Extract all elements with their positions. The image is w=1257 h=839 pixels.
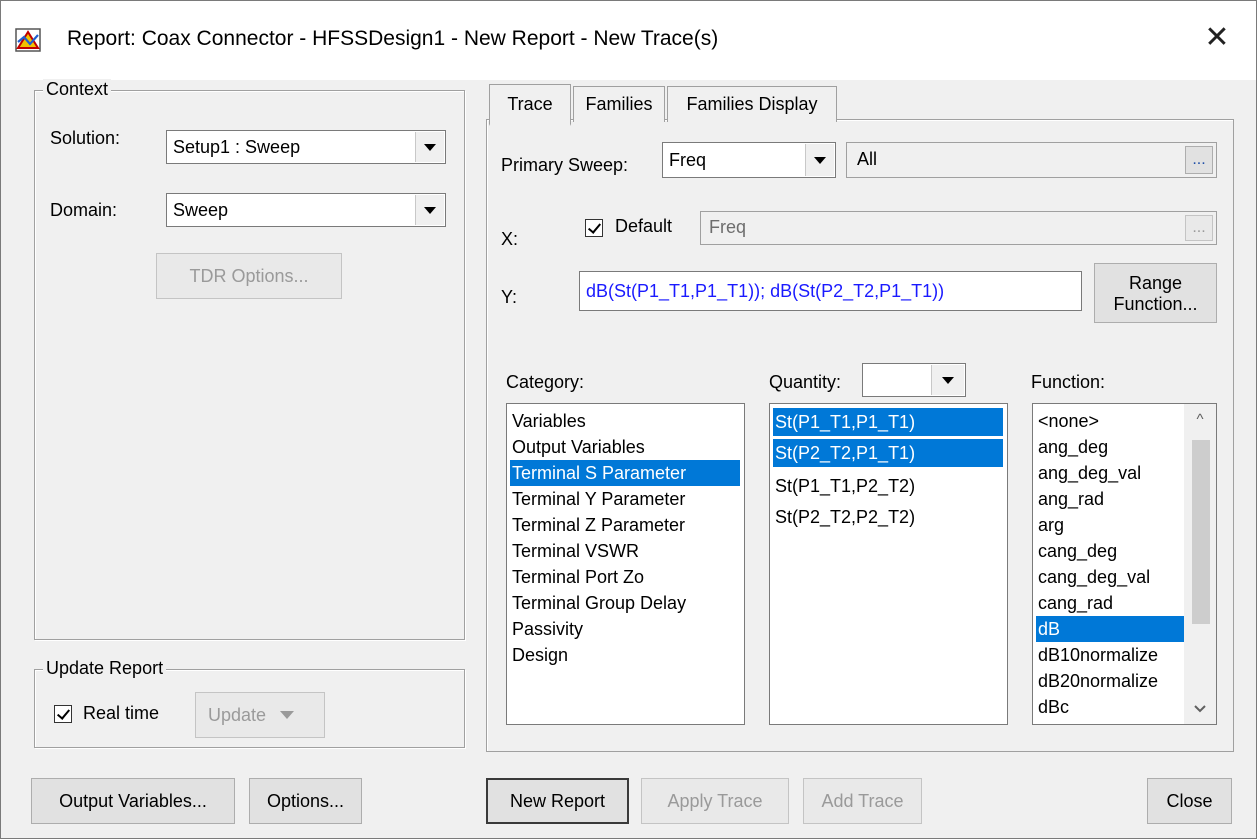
domain-dropdown[interactable]: Sweep bbox=[166, 193, 446, 227]
y-label: Y: bbox=[501, 287, 518, 307]
quantity-item[interactable]: St(P1_T1,P1_T1) bbox=[773, 408, 1003, 436]
function-list-scrollbar[interactable]: ^ bbox=[1184, 404, 1216, 724]
quantity-item[interactable]: St(P2_T2,P2_T2) bbox=[773, 504, 915, 530]
quantity-item[interactable]: St(P1_T1,P2_T2) bbox=[773, 473, 915, 499]
sweep-range-browse-button[interactable]: ... bbox=[1185, 146, 1213, 174]
update-button[interactable]: Update bbox=[195, 692, 325, 738]
report-app-icon bbox=[15, 28, 41, 52]
quantity-list[interactable]: St(P1_T1,P1_T1) St(P2_T2,P1_T1) St(P1_T1… bbox=[769, 403, 1008, 725]
close-window-icon[interactable]: ✕ bbox=[1197, 19, 1237, 57]
quantity-filter-dropdown[interactable] bbox=[862, 363, 966, 397]
solution-dropdown[interactable]: Setup1 : Sweep bbox=[166, 130, 446, 164]
function-item[interactable]: ang_deg_val bbox=[1036, 460, 1141, 486]
category-item[interactable]: Passivity bbox=[510, 616, 583, 642]
solution-label: Solution: bbox=[50, 128, 121, 148]
tdr-options-button[interactable]: TDR Options... bbox=[156, 253, 342, 299]
category-item[interactable]: Terminal S Parameter bbox=[510, 460, 740, 486]
range-function-label-line2: Function... bbox=[1113, 293, 1198, 314]
title-bar: Report: Coax Connector - HFSSDesign1 - N… bbox=[1, 1, 1256, 80]
category-label: Category: bbox=[506, 372, 585, 392]
update-report-group-label: Update Report bbox=[43, 658, 167, 679]
output-variables-button[interactable]: Output Variables... bbox=[31, 778, 235, 824]
function-item[interactable]: <none> bbox=[1036, 408, 1099, 434]
function-item[interactable]: dBc bbox=[1036, 694, 1069, 720]
tab-families[interactable]: Families bbox=[573, 86, 665, 122]
domain-label: Domain: bbox=[50, 200, 118, 220]
scroll-up-icon[interactable]: ^ bbox=[1184, 404, 1216, 434]
function-item[interactable]: ang_deg bbox=[1036, 434, 1108, 460]
tab-families-display[interactable]: Families Display bbox=[667, 86, 837, 122]
category-list[interactable]: Variables Output Variables Terminal S Pa… bbox=[506, 403, 745, 725]
x-browse-button[interactable]: ... bbox=[1185, 215, 1213, 241]
function-item[interactable]: cang_deg_val bbox=[1036, 564, 1150, 590]
quantity-label: Quantity: bbox=[769, 372, 842, 392]
chevron-down-icon[interactable] bbox=[931, 365, 964, 395]
category-item[interactable]: Output Variables bbox=[510, 434, 645, 460]
function-item[interactable]: dB bbox=[1036, 616, 1184, 642]
realtime-label: Real time bbox=[83, 703, 160, 723]
category-item[interactable]: Terminal Z Parameter bbox=[510, 512, 685, 538]
default-label: Default bbox=[615, 216, 673, 236]
y-expression-value: dB(St(P1_T1,P1_T1)); dB(St(P2_T2,P1_T1)) bbox=[586, 281, 945, 301]
report-dialog: Report: Coax Connector - HFSSDesign1 - N… bbox=[0, 0, 1257, 839]
update-button-label: Update bbox=[208, 704, 267, 725]
dropdown-arrow-icon bbox=[280, 711, 295, 719]
ellipsis-icon: ... bbox=[1192, 219, 1206, 236]
context-group-label: Context bbox=[43, 79, 112, 100]
category-item[interactable]: Terminal Port Zo bbox=[510, 564, 644, 590]
new-report-button[interactable]: New Report bbox=[486, 778, 629, 824]
function-label: Function: bbox=[1031, 372, 1106, 392]
category-item[interactable]: Terminal VSWR bbox=[510, 538, 639, 564]
realtime-checkbox[interactable] bbox=[54, 705, 72, 723]
range-function-button[interactable]: Range Function... bbox=[1094, 263, 1217, 323]
x-label: X: bbox=[501, 229, 519, 249]
ellipsis-icon: ... bbox=[1192, 151, 1206, 168]
chevron-down-icon[interactable] bbox=[415, 195, 444, 225]
x-value: Freq bbox=[709, 217, 747, 237]
sweep-range-value: All bbox=[857, 149, 878, 169]
scrollbar-thumb[interactable] bbox=[1192, 440, 1210, 624]
function-item[interactable]: dB20normalize bbox=[1036, 668, 1158, 694]
function-item[interactable]: cang_rad bbox=[1036, 590, 1113, 616]
scroll-down-icon[interactable] bbox=[1184, 694, 1216, 724]
chevron-down-icon[interactable] bbox=[415, 132, 444, 162]
apply-trace-button[interactable]: Apply Trace bbox=[641, 778, 789, 824]
range-function-label-line1: Range bbox=[1128, 272, 1183, 293]
function-item[interactable]: arg bbox=[1036, 512, 1064, 538]
window-title: Report: Coax Connector - HFSSDesign1 - N… bbox=[67, 27, 719, 50]
primary-sweep-label: Primary Sweep: bbox=[501, 155, 629, 175]
x-field: Freq ... bbox=[700, 211, 1217, 245]
domain-value: Sweep bbox=[173, 199, 229, 220]
function-item[interactable]: ang_rad bbox=[1036, 486, 1104, 512]
context-group bbox=[34, 90, 465, 640]
category-item[interactable]: Terminal Y Parameter bbox=[510, 486, 685, 512]
category-item[interactable]: Design bbox=[510, 642, 568, 668]
function-item[interactable]: dB10normalize bbox=[1036, 642, 1158, 668]
close-button[interactable]: Close bbox=[1147, 778, 1232, 824]
sweep-range-field[interactable]: All ... bbox=[846, 142, 1217, 178]
default-checkbox[interactable] bbox=[585, 219, 603, 237]
category-item[interactable]: Terminal Group Delay bbox=[510, 590, 686, 616]
options-button[interactable]: Options... bbox=[249, 778, 362, 824]
chevron-down-icon[interactable] bbox=[805, 144, 834, 176]
function-item[interactable]: cang_deg bbox=[1036, 538, 1117, 564]
quantity-item[interactable]: St(P2_T2,P1_T1) bbox=[773, 439, 1003, 467]
y-expression-input[interactable]: dB(St(P1_T1,P1_T1)); dB(St(P2_T2,P1_T1)) bbox=[579, 271, 1082, 311]
category-item[interactable]: Variables bbox=[510, 408, 586, 434]
add-trace-button[interactable]: Add Trace bbox=[803, 778, 922, 824]
primary-sweep-dropdown[interactable]: Freq bbox=[662, 142, 836, 178]
function-list[interactable]: <none> ang_deg ang_deg_val ang_rad arg c… bbox=[1032, 403, 1217, 725]
tab-trace[interactable]: Trace bbox=[489, 84, 571, 126]
solution-value: Setup1 : Sweep bbox=[173, 136, 301, 157]
primary-sweep-value: Freq bbox=[669, 149, 707, 170]
